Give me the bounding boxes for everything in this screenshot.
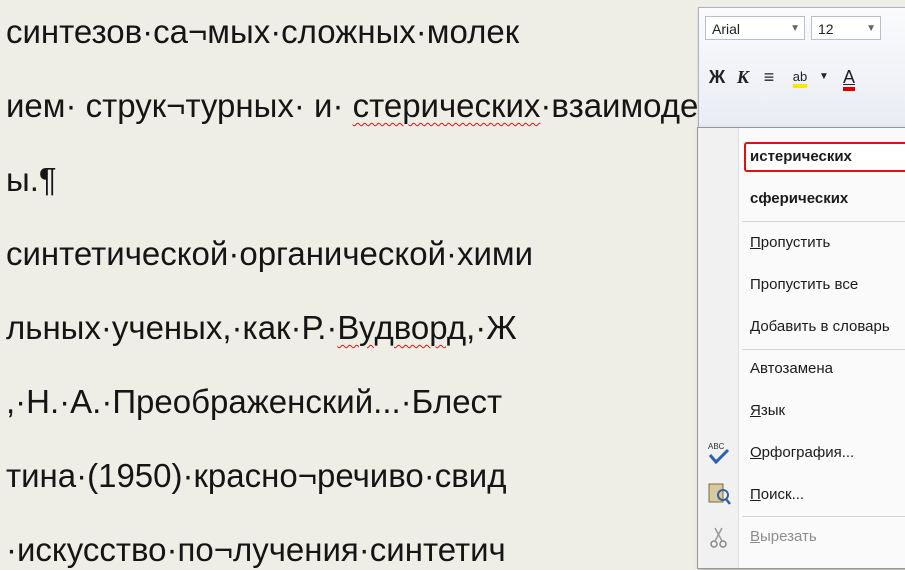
text-run: ·взаимоде — [540, 87, 699, 124]
bold-icon: Ж — [708, 67, 726, 87]
font-name-combo[interactable]: Arial ▼ — [705, 16, 805, 40]
misspelled-word[interactable]: стерических — [353, 87, 541, 124]
menu-item-label: ырезать — [760, 528, 817, 545]
suggestion-label: сферических — [750, 190, 849, 207]
doc-line-2[interactable]: ием· струк¬турных· и· стерических·взаимо… — [6, 86, 698, 126]
menu-item-research[interactable]: Поиск... — [750, 480, 804, 510]
doc-line-3[interactable]: ы.¶ — [6, 160, 57, 200]
menu-item-label: оиск... — [760, 486, 805, 503]
text-run: ием· струк¬турных· и· — [6, 87, 353, 124]
spelling-context-menu: истерических сферических Пропустить Проп… — [697, 127, 905, 569]
highlight-button[interactable]: ab — [785, 63, 815, 91]
highlighter-icon: ab — [792, 69, 808, 88]
menu-item-label: ропустить — [760, 234, 831, 251]
menu-item-language[interactable]: Язык — [750, 396, 785, 426]
bold-button[interactable]: Ж — [705, 63, 729, 91]
accelerator-key: П — [750, 234, 761, 251]
accelerator-key: О — [750, 444, 762, 461]
font-name-value: Arial — [712, 21, 741, 37]
menu-item-add-to-dictionary[interactable]: Добавить в словарь — [750, 312, 890, 342]
text-run: синтетической·органической·хими — [6, 235, 534, 272]
menu-separator — [742, 221, 905, 222]
doc-line-8[interactable]: ·искусство·по¬лучения·синтетич — [6, 530, 506, 570]
italic-button[interactable]: К — [731, 63, 755, 91]
doc-line-1[interactable]: синтезов·са¬мых·сложных·молек — [6, 12, 519, 52]
menu-item-ignore-all[interactable]: Пропустить все — [750, 270, 858, 300]
menu-item-label: зык — [760, 402, 786, 419]
text-run: льных·ученых,·как·Р.· — [6, 309, 338, 346]
chevron-down-icon[interactable]: ▼ — [790, 17, 800, 41]
font-size-value: 12 — [818, 21, 834, 37]
accelerator-key: В — [750, 528, 761, 545]
doc-line-7[interactable]: тина·(1950)·красно¬речиво·свид — [6, 456, 506, 496]
text-run: синтезов·са¬мых·сложных·молек — [6, 13, 520, 50]
align-center-button[interactable]: ≡ — [757, 63, 781, 91]
svg-text:ABC: ABC — [708, 442, 725, 451]
doc-line-6[interactable]: ,·Н.·А.·Преображенский...·Блест — [6, 382, 502, 422]
text-run: ·искусство·по¬лучения·синтетич — [6, 531, 506, 568]
menu-item-label: Пропустить все — [750, 276, 859, 293]
doc-line-5[interactable]: льных·ученых,·как·Р.·Вудворд,·Ж — [6, 308, 517, 348]
highlight-dropdown[interactable]: ▼ — [817, 63, 831, 91]
accelerator-key: Я — [750, 402, 761, 419]
menu-item-cut[interactable]: Вырезать — [750, 522, 817, 552]
text-run: ,·Ж — [466, 309, 517, 346]
menu-item-ignore[interactable]: Пропустить — [750, 228, 830, 258]
text-run: ,·Н.·А.·Преображенский...·Блест — [6, 383, 503, 420]
doc-line-4[interactable]: синтетической·органической·хими — [6, 234, 533, 274]
suggestion-item-1[interactable]: истерических — [750, 142, 852, 172]
misspelled-word[interactable]: Вудворд — [337, 309, 466, 346]
menu-item-label: рфография... — [761, 444, 855, 461]
suggestion-item-2[interactable]: сферических — [750, 184, 848, 214]
italic-icon: К — [736, 67, 750, 87]
menu-item-autocorrect[interactable]: Автозамена — [750, 354, 833, 384]
font-size-combo[interactable]: 12 ▼ — [811, 16, 881, 40]
mini-toolbar: Arial ▼ 12 ▼ Ж К ≡ ab ▼ А — [698, 7, 905, 129]
menu-item-label: Автозамена — [750, 360, 834, 377]
align-center-icon: ≡ — [763, 67, 775, 87]
menu-item-spelling[interactable]: Орфография... — [750, 438, 854, 468]
spellcheck-icon: ABC — [708, 442, 730, 465]
accelerator-key: Д — [750, 318, 761, 335]
font-color-icon: А — [842, 67, 855, 91]
text-run: ы.¶ — [6, 161, 57, 198]
suggestion-label: истерических — [750, 148, 852, 165]
menu-separator — [742, 349, 905, 350]
text-run: тина·(1950)·красно¬речиво·свид — [6, 457, 507, 494]
scissors-icon — [710, 527, 727, 548]
research-icon — [708, 483, 731, 505]
menu-item-label: обавить в словарь — [760, 318, 890, 335]
chevron-down-icon[interactable]: ▼ — [866, 17, 876, 41]
accelerator-key: П — [750, 486, 761, 503]
menu-separator — [742, 516, 905, 517]
font-color-button[interactable]: А — [835, 63, 863, 91]
